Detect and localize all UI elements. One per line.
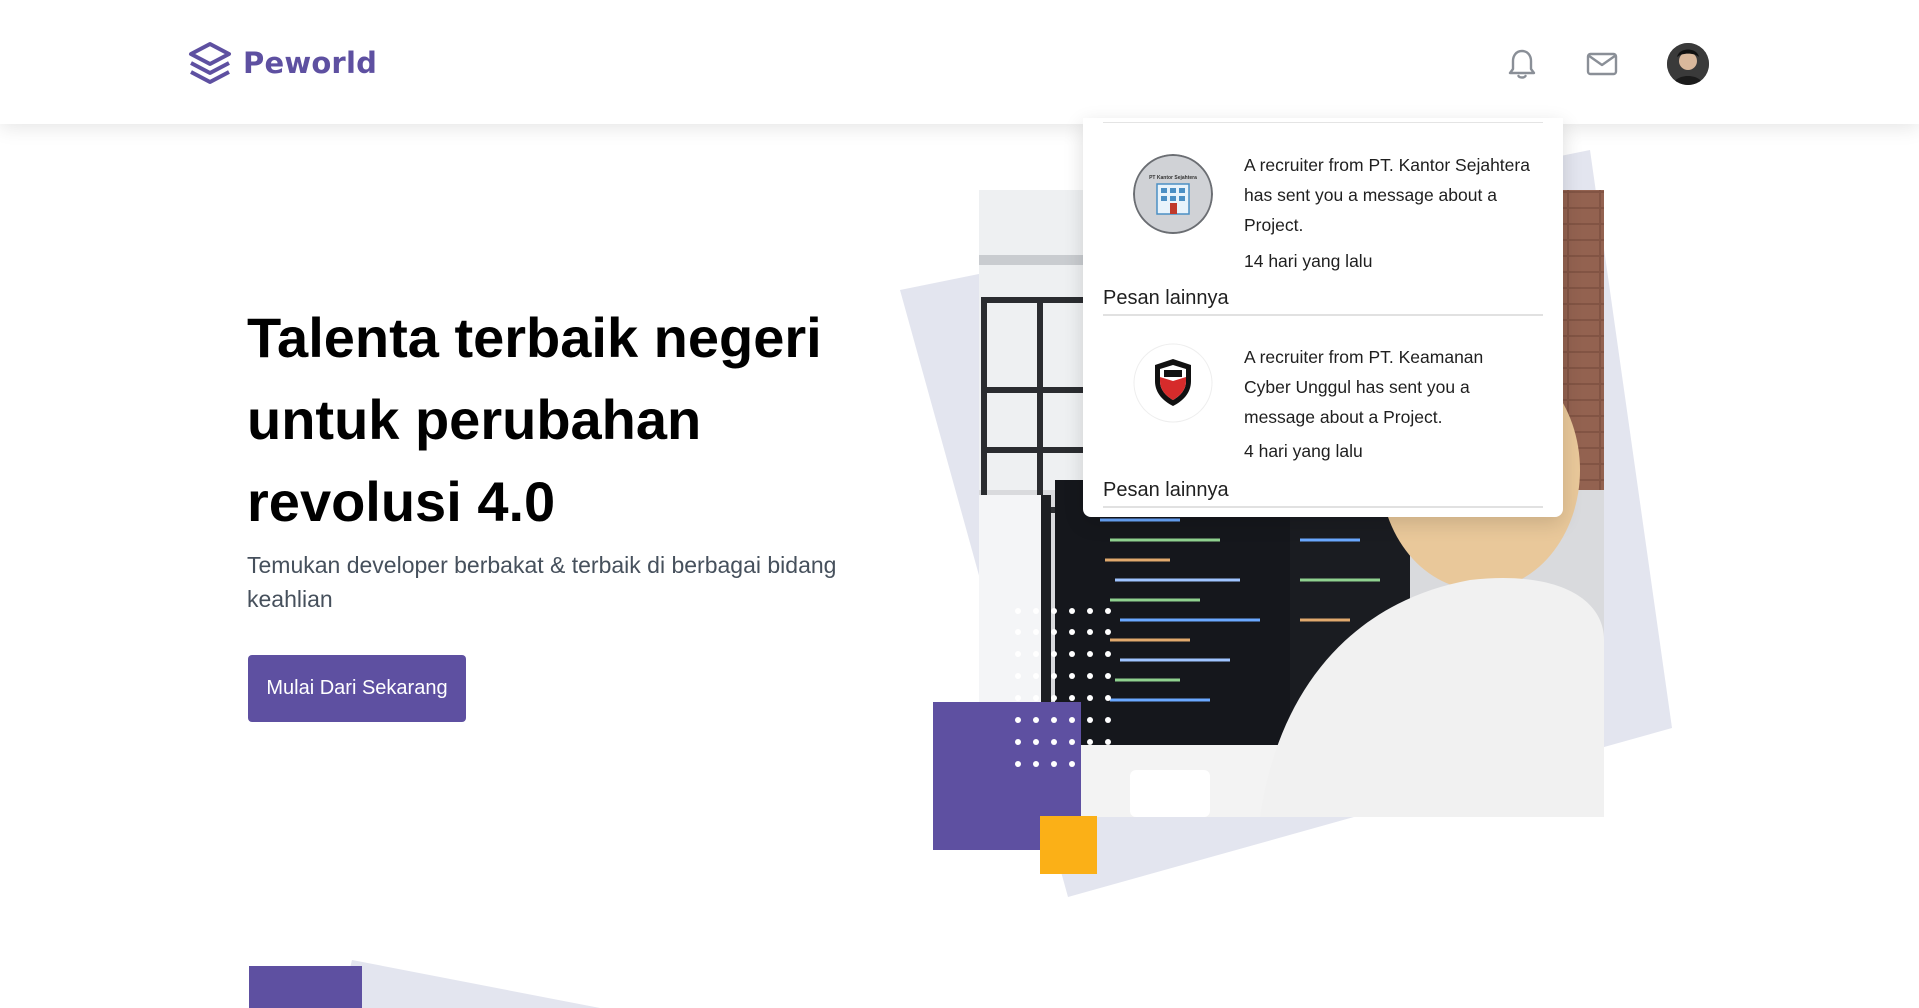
shield-icon [1133, 343, 1213, 423]
company-logo [1133, 343, 1213, 423]
brand-logo[interactable]: Peworld [187, 40, 377, 86]
notification-dropdown: PT Kantor Sejahtera A recruiter from PT.… [1083, 118, 1563, 517]
notification-divider [1103, 506, 1543, 508]
dropdown-divider [1103, 122, 1543, 123]
more-messages-link[interactable]: Pesan lainnya [1103, 479, 1229, 502]
yellow-block [1040, 816, 1097, 874]
more-messages-link[interactable]: Pesan lainnya [1103, 287, 1229, 310]
brand-name: Peworld [243, 46, 378, 80]
dot-grid [1015, 608, 1111, 767]
notification-time: 4 hari yang lalu [1244, 441, 1363, 461]
company-logo-text: PT Kantor Sejahtera [1149, 175, 1197, 181]
notification-divider [1103, 314, 1543, 316]
avatar-image [1667, 43, 1709, 85]
messages-button[interactable] [1582, 44, 1622, 84]
bottom-gray-shape [340, 960, 600, 1008]
mail-icon [1586, 52, 1618, 76]
bottom-purple-block [249, 966, 362, 1008]
purple-block [933, 702, 1081, 850]
navbar: Peworld [0, 0, 1919, 124]
building-icon: PT Kantor Sejahtera [1133, 154, 1213, 234]
hero-title: Talenta terbaik negeri untuk perubahan r… [247, 306, 822, 533]
bell-icon [1508, 49, 1536, 79]
start-now-button[interactable]: Mulai Dari Sekarang [248, 655, 466, 722]
layers-icon [189, 42, 231, 84]
user-avatar[interactable] [1667, 43, 1709, 85]
company-logo: PT Kantor Sejahtera [1133, 154, 1213, 234]
notification-message: A recruiter from PT. Keamanan Cyber Ungg… [1244, 347, 1484, 427]
notification-message: A recruiter from PT. Kantor Sejahtera ha… [1244, 155, 1530, 235]
notification-time: 14 hari yang lalu [1244, 251, 1373, 271]
notification-button[interactable] [1502, 44, 1542, 84]
hero-subtitle: Temukan developer berbakat & terbaik di … [247, 552, 837, 612]
